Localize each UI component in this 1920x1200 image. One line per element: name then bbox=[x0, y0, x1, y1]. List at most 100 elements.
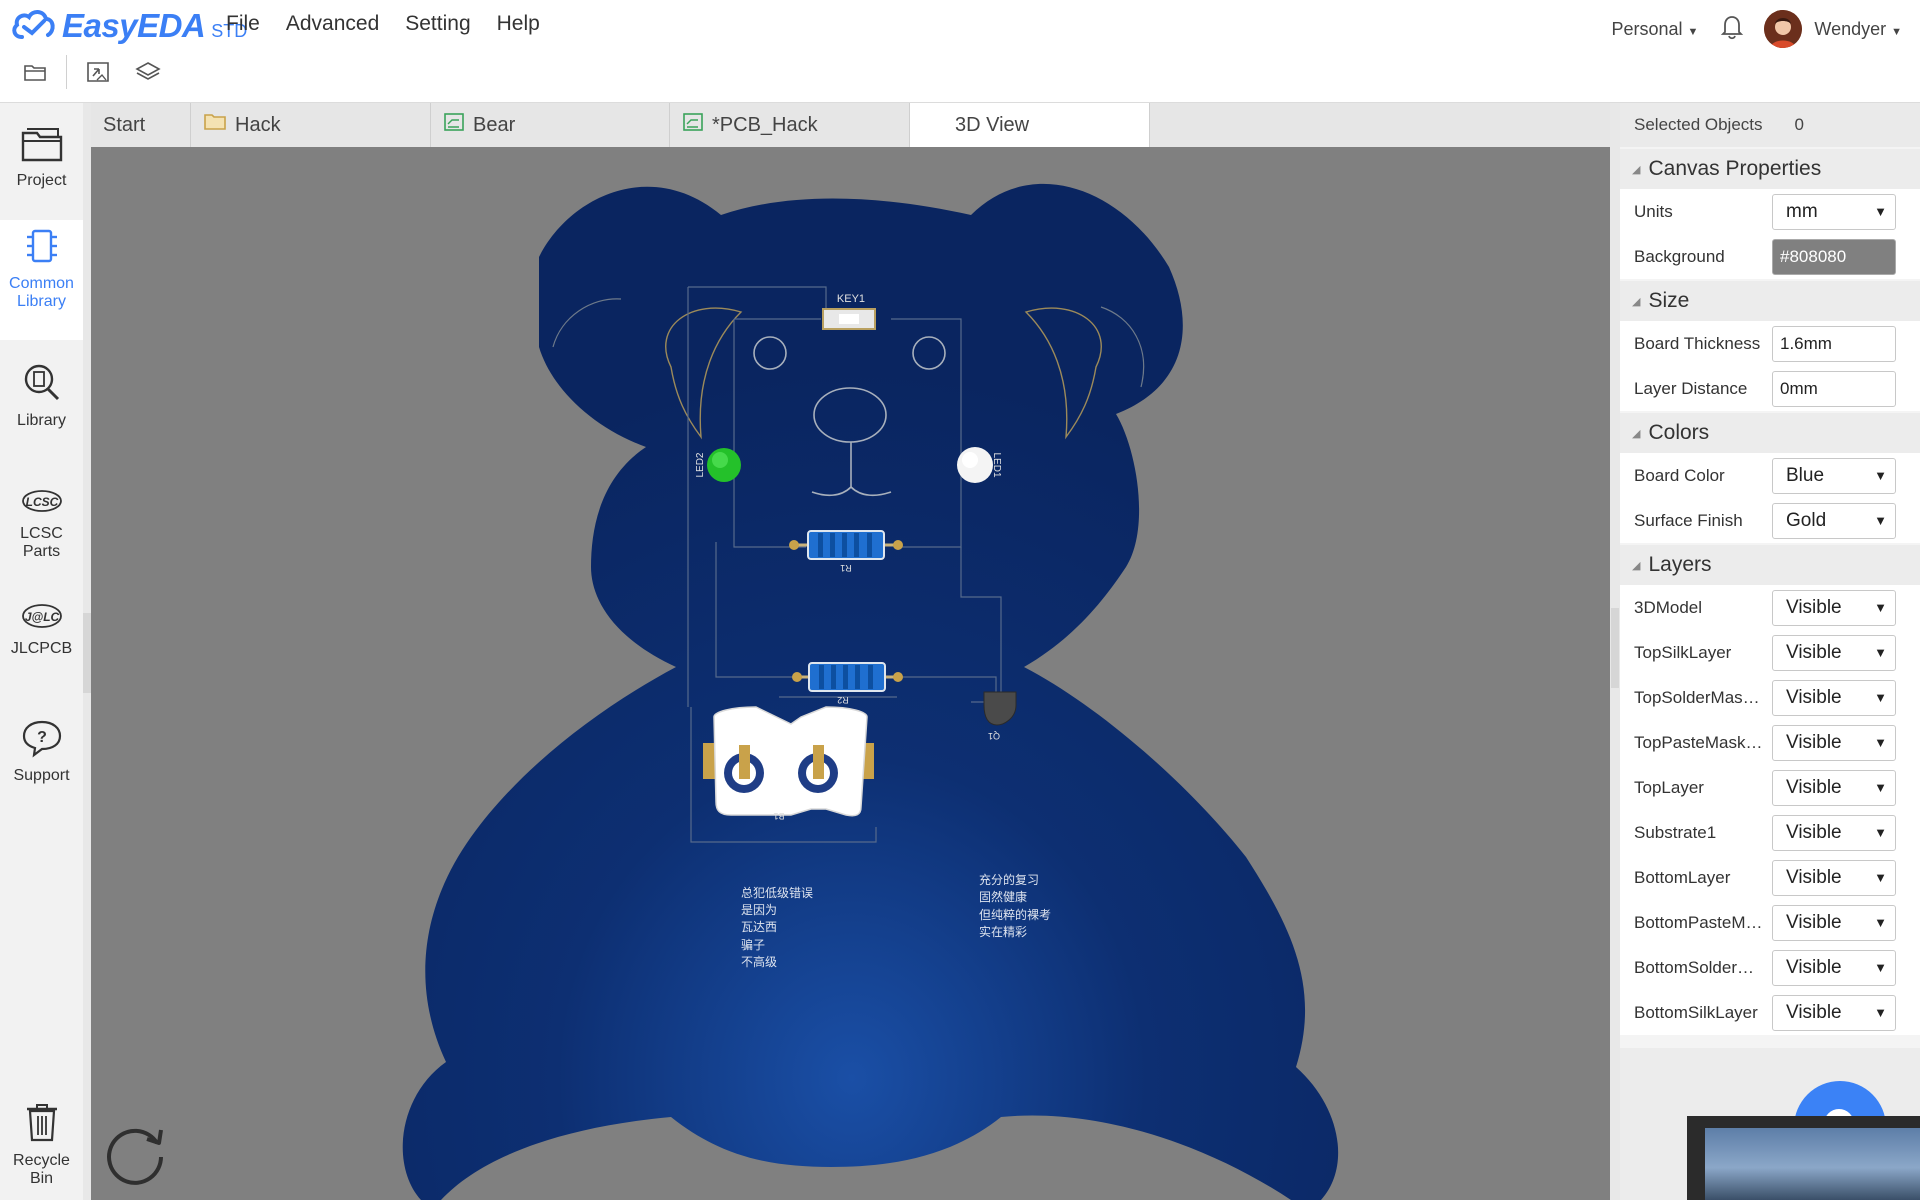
section-canvas-properties[interactable]: ◢ Canvas Properties bbox=[1620, 149, 1920, 189]
silk-text-line: 固然健康 bbox=[979, 889, 1027, 904]
jlc-logo-icon: J@LC bbox=[0, 601, 83, 636]
layer-visibility-select[interactable]: Visible ▼ bbox=[1772, 724, 1896, 761]
collapse-handle[interactable] bbox=[1611, 608, 1619, 688]
sidebar-item-library[interactable]: Library bbox=[0, 361, 83, 430]
sidebar-item-jlcpcb[interactable]: J@LC JLCPCB bbox=[0, 601, 83, 658]
select-value: Visible bbox=[1786, 1001, 1842, 1023]
select-value: Visible bbox=[1786, 776, 1842, 798]
layers-icon[interactable] bbox=[133, 57, 163, 87]
tab-label: Start bbox=[103, 113, 146, 136]
silk-text-line: 充分的复习 bbox=[979, 872, 1039, 887]
layer-visibility-select[interactable]: Visible ▼ bbox=[1772, 814, 1896, 851]
layer-row-3dmodel: 3DModel Visible ▼ bbox=[1620, 585, 1920, 630]
sidebar-item-support[interactable]: ? Support bbox=[0, 718, 83, 785]
tab-pcb-hack[interactable]: *PCB_Hack bbox=[670, 103, 910, 147]
section-colors[interactable]: ◢ Colors bbox=[1620, 413, 1920, 453]
units-select[interactable]: mm ▼ bbox=[1772, 193, 1896, 230]
input-value: #808080 bbox=[1780, 246, 1847, 266]
background-color-input[interactable]: #808080 bbox=[1772, 238, 1896, 275]
sidebar-item-label: Project bbox=[16, 172, 67, 189]
svg-text:J@LC: J@LC bbox=[24, 610, 59, 624]
tab-bear[interactable]: Bear bbox=[431, 103, 670, 147]
layer-row-bottomlayer: BottomLayer Visible ▼ bbox=[1620, 855, 1920, 900]
prop-label: TopLayer bbox=[1634, 777, 1704, 797]
prop-label: Board Thickness bbox=[1634, 333, 1761, 353]
prop-label: Board Color bbox=[1634, 465, 1725, 485]
section-size[interactable]: ◢ Size bbox=[1620, 281, 1920, 321]
tab-label: 3D View bbox=[955, 113, 1030, 136]
tab-label: *PCB_Hack bbox=[712, 113, 818, 136]
left-panel-splitter[interactable] bbox=[83, 103, 91, 1200]
sidebar-item-lcsc-parts[interactable]: LCSC LCSC Parts bbox=[0, 486, 83, 561]
caret-down-icon: ▼ bbox=[1687, 25, 1699, 38]
prop-label: BottomPasteMaskLayer bbox=[1634, 912, 1772, 932]
component-led2[interactable]: LED2 bbox=[695, 448, 741, 482]
menu-file[interactable]: File bbox=[226, 12, 260, 36]
layer-visibility-select[interactable]: Visible ▼ bbox=[1772, 634, 1896, 671]
silk-label-r1: R1 bbox=[840, 563, 852, 573]
select-value: Visible bbox=[1786, 866, 1842, 888]
select-value: Visible bbox=[1786, 686, 1842, 708]
landscape-image bbox=[1705, 1128, 1920, 1200]
layer-row-bottomsoldermasklayer: BottomSolderMaskLayer Visible ▼ bbox=[1620, 945, 1920, 990]
preview-thumbnail[interactable] bbox=[1687, 1116, 1920, 1200]
prop-board-color: Board Color Blue ▼ bbox=[1620, 453, 1920, 498]
pcb-3d-render[interactable]: KEY1 LED2 LED1 R1 R2 Q1 B1 总犯低级错误 是因为 瓦达… bbox=[91, 147, 1610, 1200]
avatar[interactable] bbox=[1764, 10, 1803, 48]
layer-visibility-select[interactable]: Visible ▼ bbox=[1772, 949, 1896, 986]
chevron-down-icon: ▼ bbox=[1874, 825, 1887, 840]
selected-objects-count: 0 bbox=[1794, 115, 1804, 134]
toolbar-divider bbox=[66, 55, 67, 89]
chevron-down-icon: ▼ bbox=[1874, 960, 1887, 975]
board-color-select[interactable]: Blue ▼ bbox=[1772, 457, 1896, 494]
layer-visibility-select[interactable]: Visible ▼ bbox=[1772, 859, 1896, 896]
chip-icon bbox=[0, 226, 83, 271]
sidebar-item-recycle-bin[interactable]: Recycle Bin bbox=[0, 1101, 83, 1188]
menu-advanced[interactable]: Advanced bbox=[286, 12, 379, 36]
chevron-down-icon: ▼ bbox=[1874, 600, 1887, 615]
user-menu[interactable]: Wendyer ▼ bbox=[1814, 19, 1902, 40]
silk-label-r2: R2 bbox=[837, 695, 849, 705]
section-title: Canvas Properties bbox=[1648, 157, 1822, 180]
layer-visibility-select[interactable]: Visible ▼ bbox=[1772, 994, 1896, 1031]
properties-panel: Selected Objects 0 ◢ Canvas Properties Un… bbox=[1620, 103, 1920, 1200]
layer-visibility-select[interactable]: Visible ▼ bbox=[1772, 589, 1896, 626]
import-icon[interactable] bbox=[83, 57, 113, 87]
silk-label-led1: LED1 bbox=[991, 452, 1002, 477]
silk-text-line: 是因为 bbox=[741, 903, 777, 917]
board-thickness-input[interactable]: 1.6mm bbox=[1772, 325, 1896, 362]
surface-finish-select[interactable]: Gold ▼ bbox=[1772, 502, 1896, 539]
menu-setting[interactable]: Setting bbox=[405, 12, 470, 36]
sidebar-item-label: Recycle Bin bbox=[13, 1152, 70, 1187]
layer-distance-input[interactable]: 0mm bbox=[1772, 370, 1896, 407]
prop-board-thickness: Board Thickness 1.6mm bbox=[1620, 321, 1920, 366]
caret-down-icon: ▼ bbox=[1891, 25, 1902, 38]
collapse-handle[interactable] bbox=[83, 613, 91, 693]
sidebar-item-common-library[interactable]: Common Library bbox=[0, 220, 83, 340]
right-panel-splitter[interactable] bbox=[1610, 103, 1620, 1200]
sidebar-item-project[interactable]: Project bbox=[0, 125, 83, 190]
app-logo[interactable]: EasyEDA STD bbox=[10, 6, 247, 46]
tab-hack[interactable]: Hack bbox=[191, 103, 431, 147]
bell-icon[interactable] bbox=[1720, 14, 1744, 45]
tab-3d-view[interactable]: 3D View bbox=[910, 103, 1150, 147]
layer-visibility-select[interactable]: Visible ▼ bbox=[1772, 679, 1896, 716]
section-layers[interactable]: ◢ Layers bbox=[1620, 545, 1920, 585]
folder-icon[interactable] bbox=[20, 57, 50, 87]
layer-visibility-select[interactable]: Visible ▼ bbox=[1772, 769, 1896, 806]
prop-surface-finish: Surface Finish Gold ▼ bbox=[1620, 498, 1920, 543]
chevron-down-icon: ▼ bbox=[1874, 513, 1887, 528]
menu-help[interactable]: Help bbox=[497, 12, 540, 36]
workspace-dropdown[interactable]: Personal ▼ bbox=[1611, 19, 1698, 40]
prop-label: BottomSolderMaskLayer bbox=[1634, 957, 1772, 977]
silk-text-line: 但纯粹的裸考 bbox=[979, 907, 1051, 922]
3d-view-canvas[interactable]: KEY1 LED2 LED1 R1 R2 Q1 B1 总犯低级错误 是因为 瓦达… bbox=[91, 147, 1610, 1200]
logo-text: EasyEDA bbox=[62, 7, 206, 44]
tab-start[interactable]: Start bbox=[91, 103, 191, 147]
select-value: Blue bbox=[1786, 464, 1825, 486]
component-b1-battery-holder[interactable]: B1 bbox=[703, 706, 874, 821]
silk-label-led2: LED2 bbox=[695, 452, 706, 477]
collapse-triangle-icon: ◢ bbox=[1632, 163, 1641, 176]
layer-visibility-select[interactable]: Visible ▼ bbox=[1772, 904, 1896, 941]
prop-label: 3DModel bbox=[1634, 597, 1703, 617]
